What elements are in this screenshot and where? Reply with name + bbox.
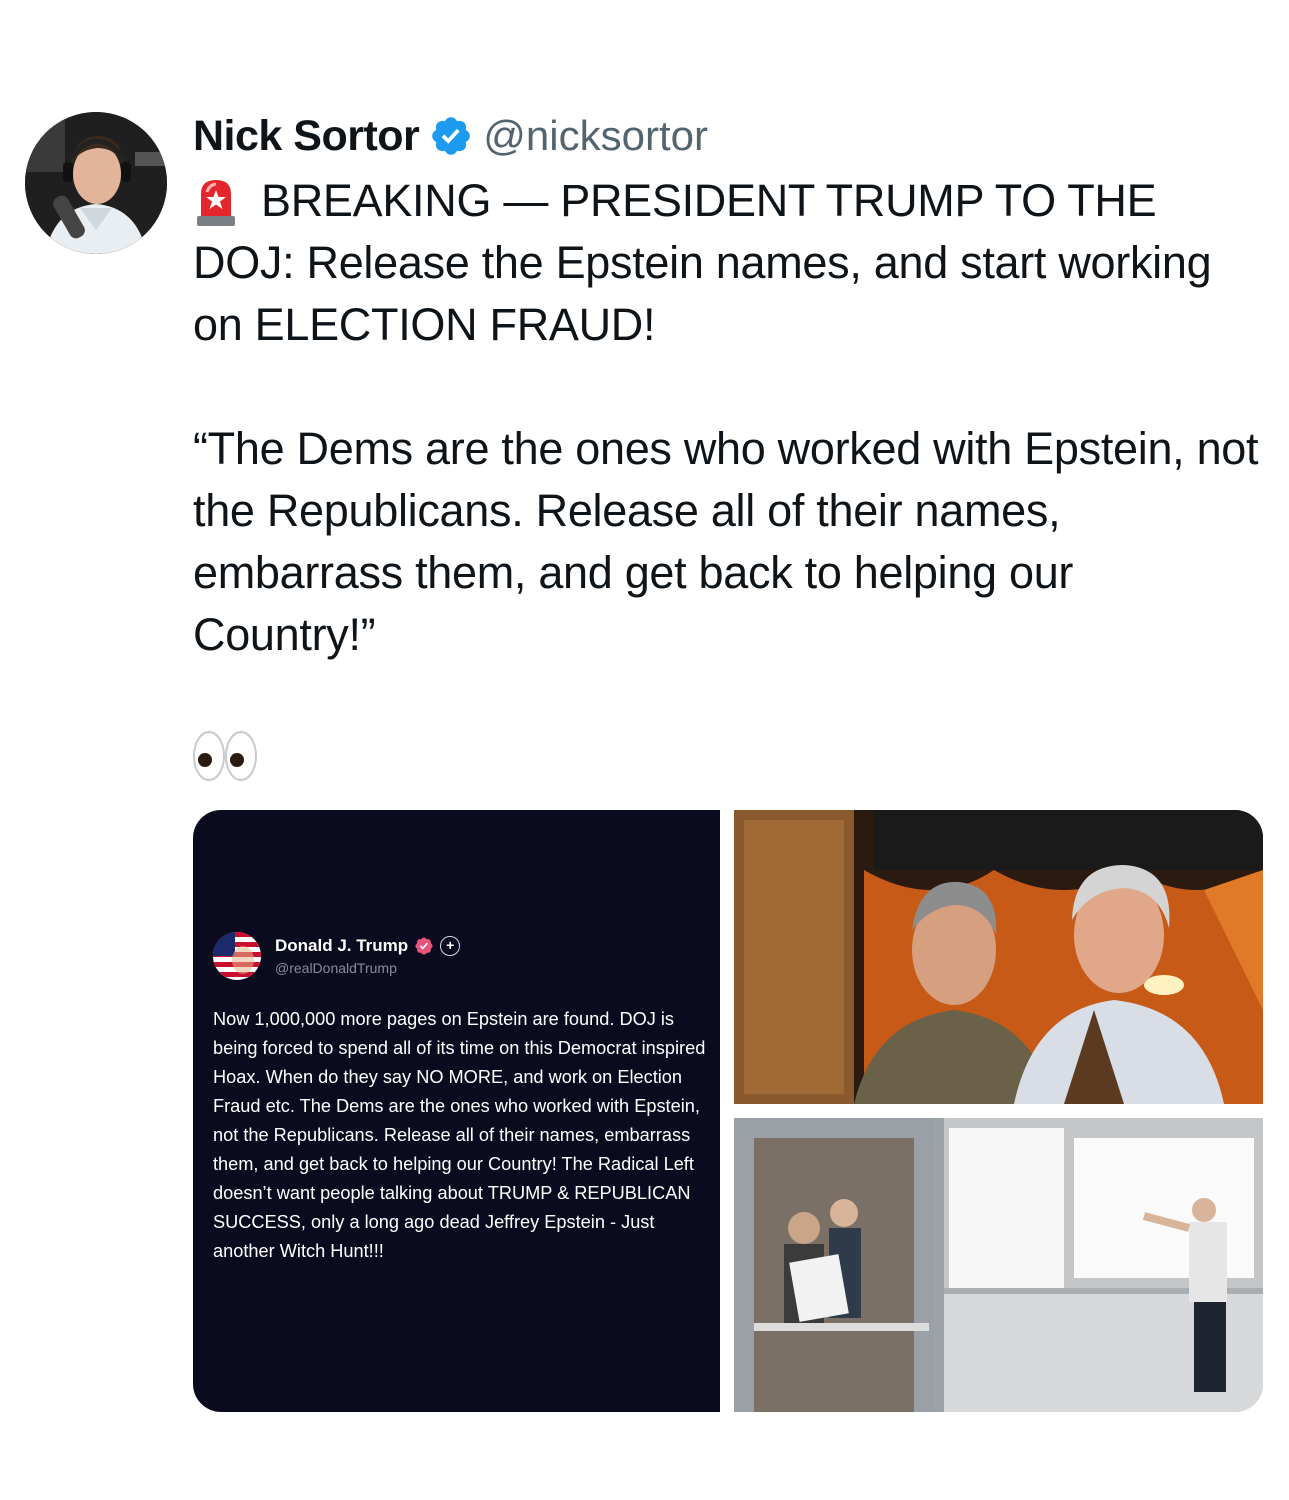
photo-two-men-image [734, 810, 1263, 1104]
police-siren-icon [197, 180, 235, 226]
media-photo-two-men[interactable] [734, 810, 1263, 1104]
author-avatar[interactable] [25, 112, 167, 254]
embedded-post-text: Now 1,000,000 more pages on Epstein are … [213, 1009, 706, 1261]
verified-badge-icon [415, 937, 433, 955]
photo-covered-windows-image [734, 1118, 1263, 1412]
tweet-paragraph-1: BREAKING — PRESIDENT TRUMP TO THE DOJ: R… [193, 170, 1263, 356]
embedded-post-header: Donald J. Trump + @realDonaldTrump [213, 932, 461, 980]
verified-check-icon [432, 117, 471, 155]
tweet-header: Nick Sortor @nicksortor [193, 108, 708, 164]
embedded-handle: @realDonaldTrump [275, 960, 397, 976]
tweet-media-grid[interactable]: Donald J. Trump + @realDonaldTrump Now 1… [193, 810, 1263, 1412]
media-photo-covered-windows[interactable] [734, 1118, 1263, 1412]
eyes-icon [193, 731, 257, 781]
avatar-photo [25, 112, 167, 254]
tweet-body: BREAKING — PRESIDENT TRUMP TO THE DOJ: R… [193, 170, 1263, 666]
plus-icon: + [440, 936, 461, 956]
tweet-paragraph-2: “The Dems are the ones who worked with E… [193, 423, 1259, 660]
embedded-display-name: Donald J. Trump [275, 936, 409, 955]
author-display-name[interactable]: Nick Sortor [193, 112, 420, 161]
flag-avatar-icon [213, 932, 261, 980]
tweet-paragraph-1-text: BREAKING — PRESIDENT TRUMP TO THE DOJ: R… [193, 175, 1212, 350]
media-truth-social-screenshot[interactable]: Donald J. Trump + @realDonaldTrump Now 1… [193, 810, 720, 1412]
author-handle[interactable]: @nicksortor [483, 112, 708, 160]
